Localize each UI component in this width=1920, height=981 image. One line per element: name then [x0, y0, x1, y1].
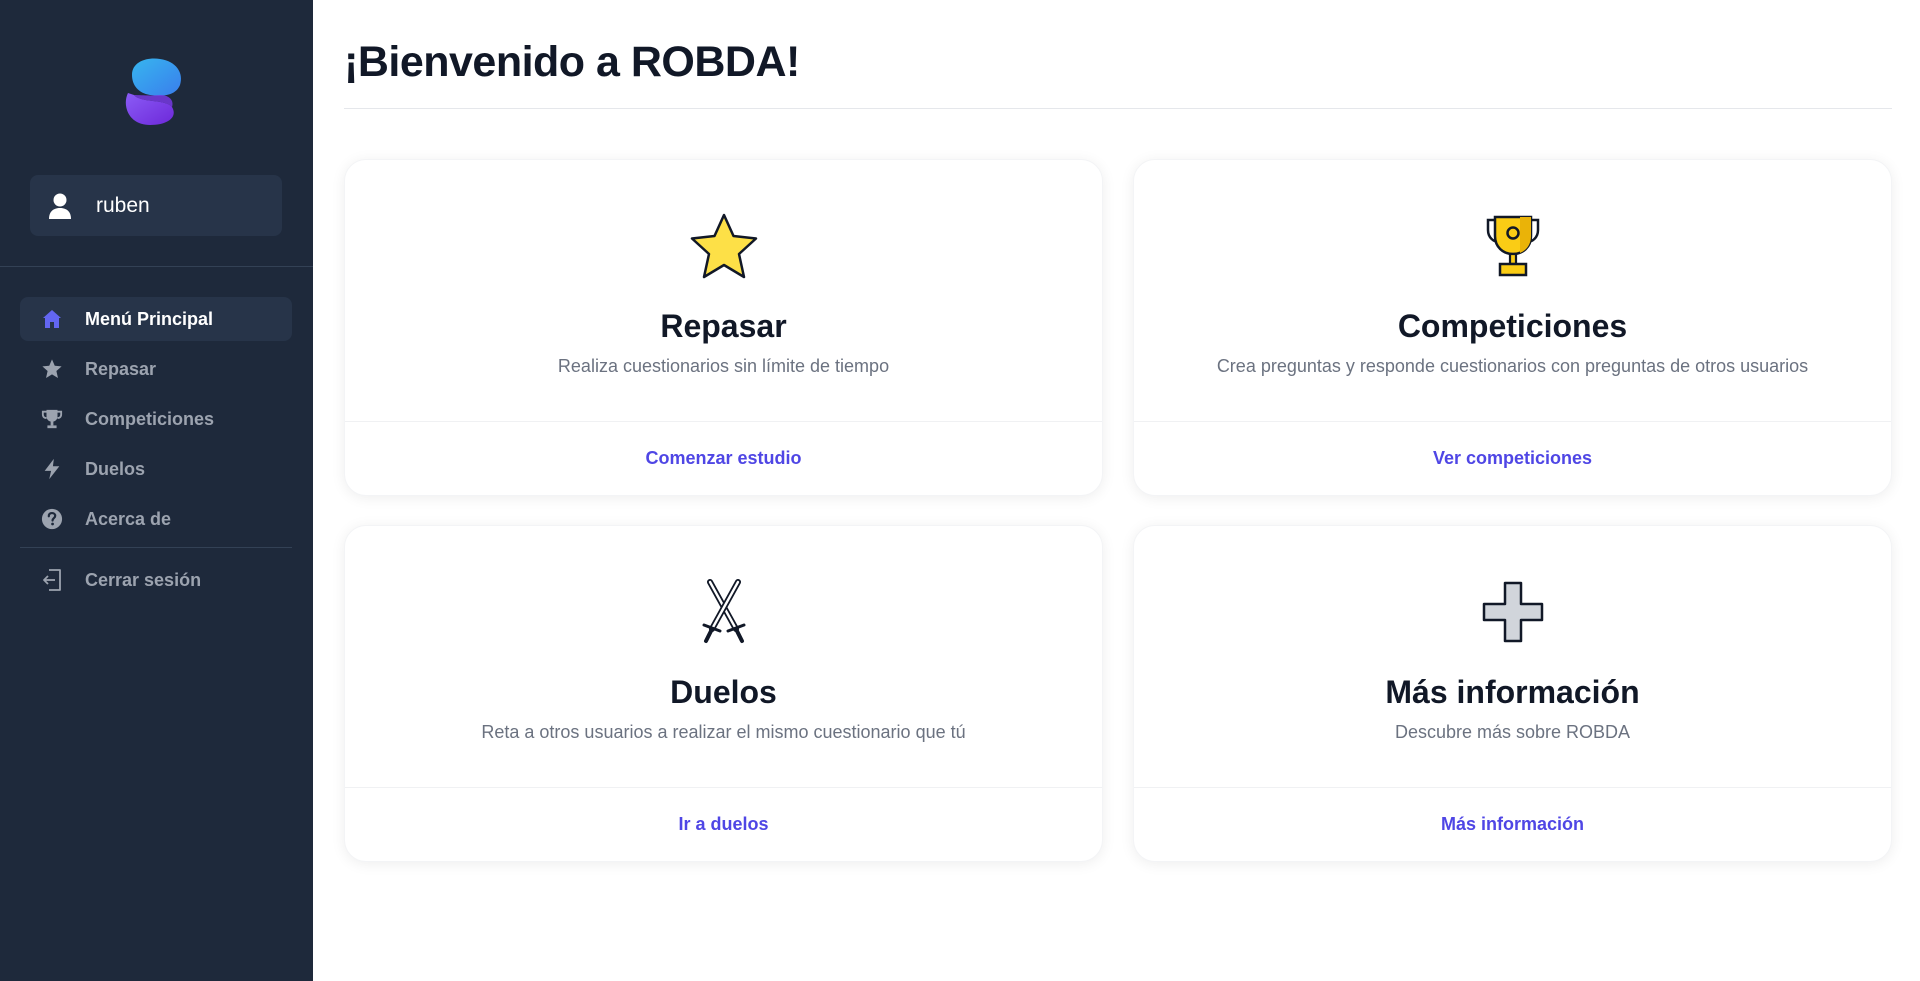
ver-competiciones-link[interactable]: Ver competiciones — [1134, 448, 1891, 469]
card-repasar: Repasar Realiza cuestionarios sin límite… — [344, 159, 1103, 496]
sidebar-item-competiciones[interactable]: Competiciones — [20, 397, 292, 441]
plus-cross-icon — [1134, 576, 1891, 648]
card-duelos: Duelos Reta a otros usuarios a realizar … — [344, 525, 1103, 862]
sidebar-item-repasar[interactable]: Repasar — [20, 347, 292, 391]
sidebar-item-main-menu[interactable]: Menú Principal — [20, 297, 292, 341]
card-mas-informacion: Más información Descubre más sobre ROBDA… — [1133, 525, 1892, 862]
sidebar-item-label: Competiciones — [85, 408, 215, 429]
question-circle-icon — [40, 507, 64, 531]
sidebar-item-label: Acerca de — [85, 508, 172, 529]
crossed-swords-icon — [345, 576, 1102, 648]
mas-informacion-link[interactable]: Más información — [1134, 814, 1891, 835]
sidebar-item-acerca-de[interactable]: Acerca de — [20, 497, 292, 541]
card-divider — [345, 421, 1102, 422]
sidebar-nav: Menú Principal Repasar Competiciones Due… — [20, 297, 292, 608]
card-divider — [1134, 421, 1891, 422]
ir-a-duelos-link[interactable]: Ir a duelos — [345, 814, 1102, 835]
page-title: ¡Bienvenido a ROBDA! — [344, 38, 800, 86]
user-profile[interactable]: ruben — [30, 175, 282, 236]
sidebar-item-label: Menú Principal — [85, 308, 214, 329]
main-content: ¡Bienvenido a ROBDA! Repasar Realiza cue… — [313, 0, 1920, 981]
star-icon — [40, 357, 64, 381]
logout-label: Cerrar sesión — [85, 569, 202, 590]
card-description: Descubre más sobre ROBDA — [1394, 722, 1631, 742]
user-name: ruben — [96, 193, 150, 217]
card-competiciones: Competiciones Crea preguntas y responde … — [1133, 159, 1892, 496]
trophy-emoji-icon — [1134, 210, 1891, 282]
card-divider — [1134, 787, 1891, 788]
card-title: Duelos — [670, 674, 777, 710]
card-description: Crea preguntas y responde cuestionarios … — [1216, 356, 1809, 376]
star-emoji-icon — [345, 210, 1102, 282]
card-title: Repasar — [660, 308, 787, 344]
card-divider — [345, 787, 1102, 788]
logout-button[interactable]: Cerrar sesión — [20, 558, 292, 602]
sidebar: ruben Menú Principal Repasar Competicion… — [0, 0, 313, 981]
sidebar-item-label: Duelos — [85, 458, 146, 479]
card-description: Realiza cuestionarios sin límite de tiem… — [557, 356, 890, 376]
app-logo[interactable] — [120, 55, 190, 130]
comenzar-estudio-link[interactable]: Comenzar estudio — [345, 448, 1102, 469]
trophy-icon — [40, 407, 64, 431]
home-icon — [40, 307, 64, 331]
bolt-icon — [40, 457, 64, 481]
logout-icon — [40, 568, 64, 592]
user-icon — [48, 191, 74, 221]
card-description: Reta a otros usuarios a realizar el mism… — [481, 722, 966, 742]
title-divider — [344, 108, 1892, 109]
sidebar-item-duelos[interactable]: Duelos — [20, 447, 292, 491]
card-title: Más información — [1385, 674, 1640, 710]
nav-divider — [20, 547, 292, 548]
sidebar-item-label: Repasar — [85, 358, 157, 379]
card-title: Competiciones — [1397, 308, 1628, 344]
sidebar-divider — [0, 266, 313, 267]
